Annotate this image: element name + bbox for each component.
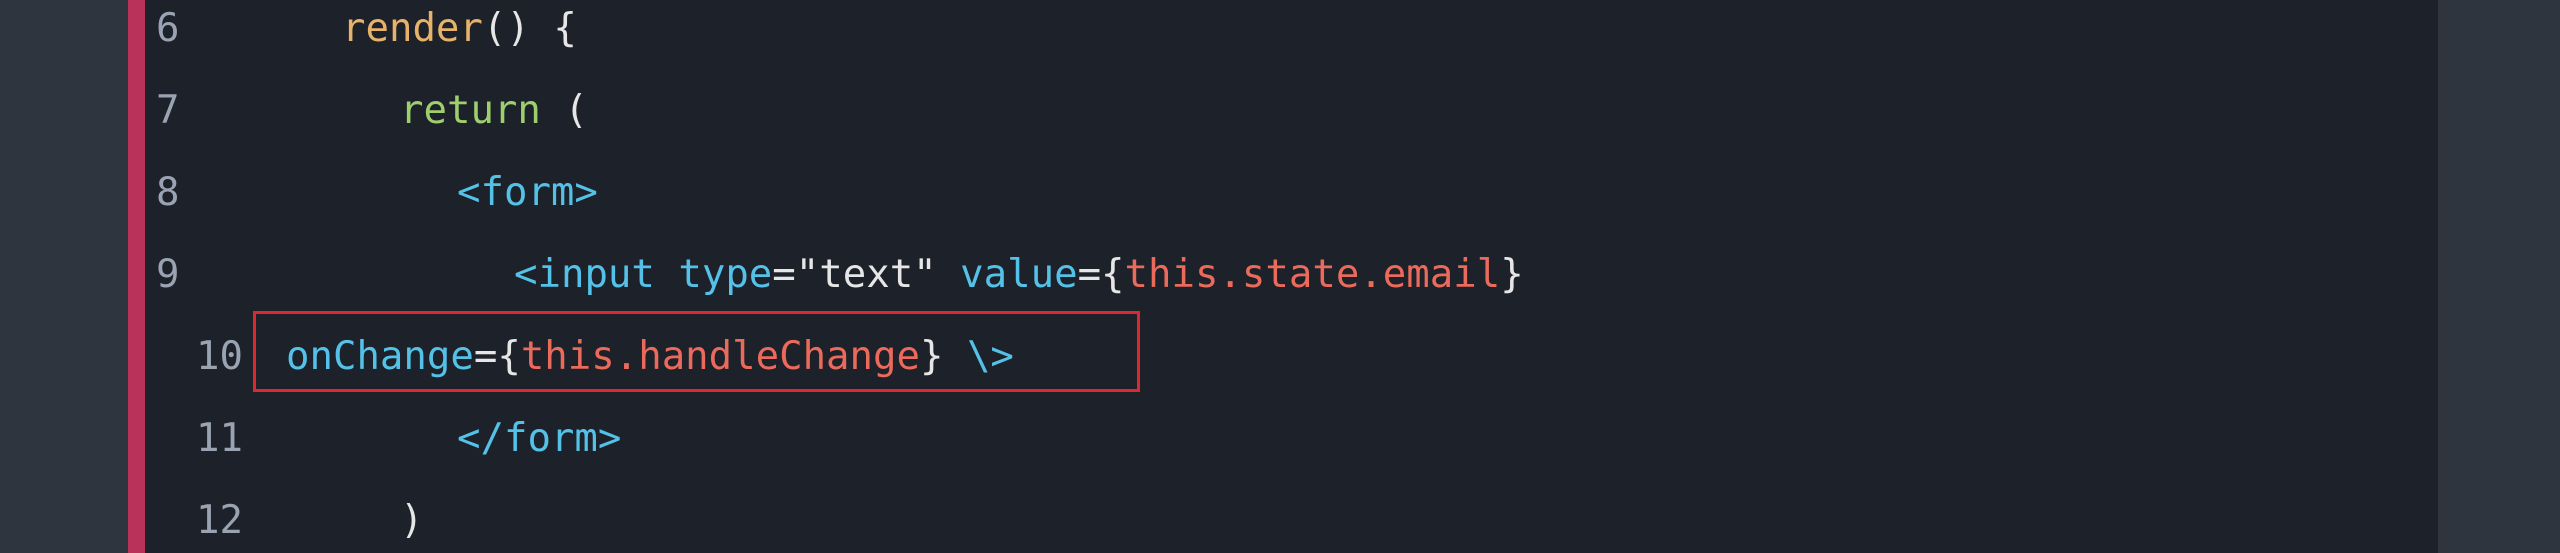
code-token: <form> xyxy=(457,170,598,215)
code-line-7: 7 return ( xyxy=(128,70,2438,152)
code-token: value xyxy=(936,252,1078,297)
code-line-6: 6 render() { xyxy=(128,0,2438,70)
code-token: this.state.email xyxy=(1124,252,1501,297)
line-number: 8 xyxy=(156,170,180,215)
code-token: () { xyxy=(482,6,577,51)
line-number: 11 xyxy=(196,416,243,461)
code-editor[interactable]: 6 render() { 7 return ( 8 <form> 9 <inpu… xyxy=(128,0,2438,553)
code-token: <input xyxy=(514,252,655,297)
code-line-11: 11 </form> xyxy=(128,398,2438,480)
line-number: 7 xyxy=(156,88,180,133)
code-text: <input type="text" value={this.state.ema… xyxy=(514,234,1524,316)
code-token: return xyxy=(400,88,541,133)
code-text: render() { xyxy=(342,0,577,70)
code-text: ) xyxy=(400,480,423,553)
code-text: </form> xyxy=(457,398,621,480)
highlight-annotation-box xyxy=(253,311,1140,392)
code-text: <form> xyxy=(457,152,598,234)
code-token: ={ xyxy=(1077,252,1125,297)
code-text: return ( xyxy=(400,70,588,152)
code-token: type xyxy=(654,252,773,297)
code-token: } xyxy=(1500,252,1524,297)
code-line-12: 12 ) xyxy=(128,480,2438,553)
code-token: "text" xyxy=(795,252,937,297)
code-token: </form> xyxy=(457,416,622,461)
line-number: 12 xyxy=(196,498,243,543)
line-number: 9 xyxy=(156,252,180,297)
code-line-8: 8 <form> xyxy=(128,152,2438,234)
code-token: render xyxy=(342,6,483,51)
screen: 6 render() { 7 return ( 8 <form> 9 <inpu… xyxy=(0,0,2560,553)
code-token: ) xyxy=(400,498,424,543)
code-token: = xyxy=(772,252,796,297)
line-number: 6 xyxy=(156,6,180,51)
code-line-9: 9 <input type="text" value={this.state.e… xyxy=(128,234,2438,316)
code-token: ( xyxy=(540,88,588,133)
